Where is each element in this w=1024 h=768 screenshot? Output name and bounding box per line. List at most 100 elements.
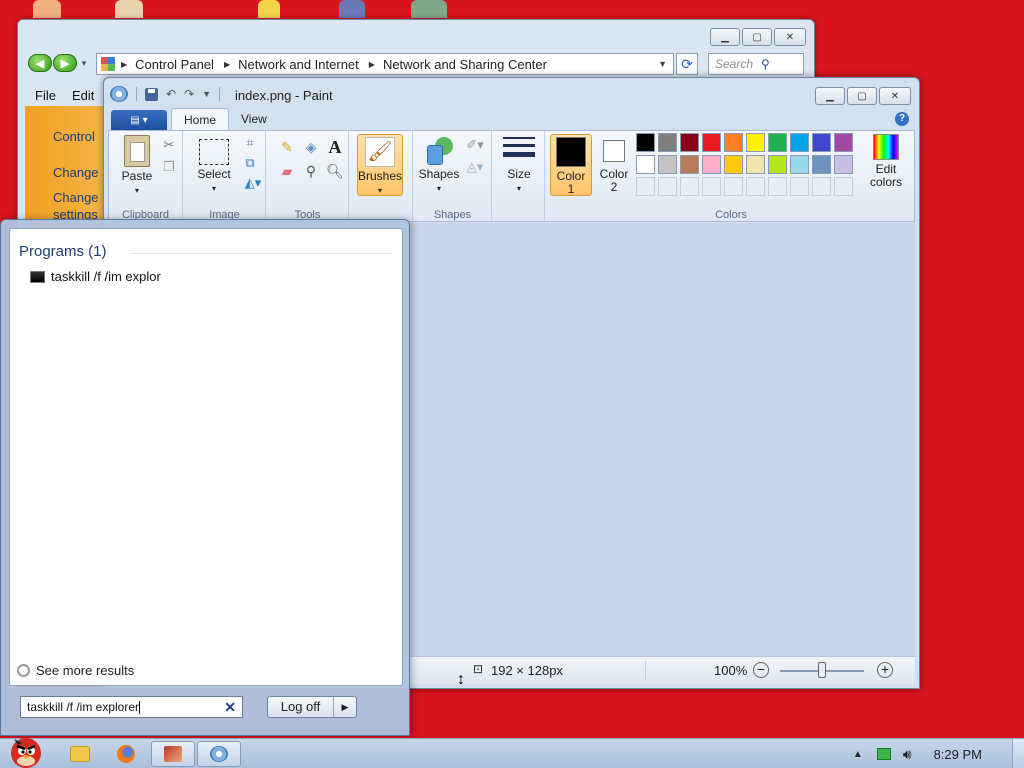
resize-icon[interactable]: ⧉: [242, 155, 258, 171]
palette-swatch[interactable]: [812, 133, 831, 152]
address-bar[interactable]: ▶ Control Panel ▶ Network and Internet ▶…: [96, 53, 674, 75]
desktop-icon[interactable]: [339, 0, 365, 18]
clear-search-icon[interactable]: ✕: [224, 699, 236, 716]
customize-toolbar-icon[interactable]: ▼: [202, 89, 211, 99]
redo-icon[interactable]: ↷: [184, 87, 194, 101]
tab-home[interactable]: Home: [171, 108, 230, 130]
pencil-icon[interactable]: ✎: [277, 137, 297, 157]
fill-icon[interactable]: ◈: [301, 137, 321, 157]
palette-swatch[interactable]: [658, 133, 677, 152]
breadcrumb-item[interactable]: Network and Internet: [238, 57, 359, 72]
palette-swatch[interactable]: [702, 155, 721, 174]
see-more-results-link[interactable]: See more results: [17, 663, 134, 678]
chevron-right-icon[interactable]: ▶: [121, 60, 127, 69]
crop-icon[interactable]: ⌗: [242, 135, 258, 151]
palette-swatch[interactable]: [790, 155, 809, 174]
maximize-button[interactable]: ▢: [847, 87, 877, 105]
maximize-button[interactable]: ▢: [742, 28, 772, 46]
palette-swatch[interactable]: [680, 133, 699, 152]
custom-color-slot[interactable]: [812, 177, 831, 196]
outline-icon[interactable]: ✐▾: [464, 137, 486, 153]
save-icon[interactable]: [145, 87, 158, 101]
breadcrumb-item[interactable]: Network and Sharing Center: [383, 57, 547, 72]
palette-swatch[interactable]: [724, 155, 743, 174]
color2-button[interactable]: Color 2: [596, 136, 632, 194]
tab-view[interactable]: View: [229, 108, 279, 130]
custom-color-slot[interactable]: [680, 177, 699, 196]
size-button[interactable]: Size ▾: [501, 135, 537, 195]
zoom-slider-thumb[interactable]: [818, 662, 826, 678]
close-button[interactable]: ✕: [774, 28, 806, 46]
desktop-icon[interactable]: [258, 0, 280, 18]
text-icon[interactable]: A: [325, 137, 345, 157]
clock[interactable]: 8:29 PM: [934, 747, 982, 762]
shapes-button[interactable]: Shapes ▾: [418, 135, 460, 195]
shutdown-options-icon[interactable]: ▶: [334, 697, 356, 717]
zoom-out-button[interactable]: −: [753, 662, 769, 678]
custom-color-slot[interactable]: [702, 177, 721, 196]
paint-menu-button[interactable]: ▤ ▾: [111, 110, 167, 130]
help-icon[interactable]: ?: [895, 112, 909, 126]
paint-app-icon[interactable]: [110, 86, 128, 102]
desktop-icon[interactable]: [115, 0, 143, 18]
search-input[interactable]: Search Co... ⚲: [708, 53, 804, 75]
palette-swatch[interactable]: [658, 155, 677, 174]
palette-swatch[interactable]: [680, 155, 699, 174]
minimize-button[interactable]: ▁: [710, 28, 740, 46]
custom-color-slot[interactable]: [834, 177, 853, 196]
chevron-right-icon[interactable]: ▶: [369, 60, 375, 69]
log-off-button[interactable]: Log off ▶: [267, 696, 357, 718]
custom-color-slot[interactable]: [636, 177, 655, 196]
start-search-input[interactable]: taskkill /f /im explorer ✕: [20, 696, 243, 718]
custom-color-slot[interactable]: [768, 177, 787, 196]
sidebar-link[interactable]: Change: [53, 164, 99, 181]
program-result[interactable]: taskkill /f /im explor: [30, 269, 161, 284]
sidebar-link[interactable]: Control: [53, 128, 95, 145]
log-off-label[interactable]: Log off: [268, 697, 334, 717]
close-button[interactable]: ✕: [879, 87, 911, 105]
taskbar-paint[interactable]: [197, 741, 241, 767]
breadcrumb-item[interactable]: Control Panel: [135, 57, 214, 72]
copy-icon[interactable]: ❐: [161, 159, 177, 175]
chevron-right-icon[interactable]: ▶: [224, 60, 230, 69]
palette-swatch[interactable]: [636, 133, 655, 152]
desktop-icon[interactable]: [411, 0, 447, 18]
magnifier-icon[interactable]: 🔍︎: [325, 161, 345, 181]
sidebar-link[interactable]: Change: [53, 189, 99, 206]
eraser-icon[interactable]: ▰: [277, 161, 297, 181]
palette-swatch[interactable]: [790, 133, 809, 152]
undo-icon[interactable]: ↶: [166, 87, 176, 101]
refresh-button[interactable]: ⟳: [676, 53, 698, 75]
network-icon[interactable]: [876, 748, 891, 760]
taskbar-firefox[interactable]: [104, 741, 148, 767]
chevron-down-icon[interactable]: ▼: [658, 59, 667, 69]
recent-pages-icon[interactable]: ▼: [80, 59, 88, 68]
paste-button[interactable]: Paste ▾: [117, 135, 157, 197]
show-desktop-button[interactable]: [1012, 739, 1024, 768]
taskbar-app[interactable]: [151, 741, 195, 767]
custom-color-slot[interactable]: [724, 177, 743, 196]
zoom-in-button[interactable]: +: [877, 662, 893, 678]
palette-swatch[interactable]: [702, 133, 721, 152]
back-button[interactable]: ◀: [28, 54, 52, 72]
palette-swatch[interactable]: [812, 155, 831, 174]
start-button[interactable]: [4, 731, 48, 768]
custom-color-slot[interactable]: [658, 177, 677, 196]
search-icon[interactable]: ⚲: [761, 57, 803, 71]
menu-edit[interactable]: Edit: [72, 88, 94, 103]
color1-button[interactable]: Color 1: [550, 134, 592, 196]
custom-color-slot[interactable]: [746, 177, 765, 196]
palette-swatch[interactable]: [834, 155, 853, 174]
color-picker-icon[interactable]: ⚲: [301, 161, 321, 181]
show-hidden-icons[interactable]: ▲: [853, 749, 863, 760]
palette-swatch[interactable]: [636, 155, 655, 174]
fill-shape-icon[interactable]: ◬▾: [464, 159, 486, 175]
palette-swatch[interactable]: [746, 133, 765, 152]
volume-icon[interactable]: 🔊︎: [903, 746, 912, 763]
minimize-button[interactable]: ▁: [815, 87, 845, 105]
edit-colors-button[interactable]: Edit colors: [866, 134, 906, 189]
cut-icon[interactable]: ✂: [161, 137, 177, 153]
palette-swatch[interactable]: [768, 133, 787, 152]
taskbar-explorer[interactable]: [58, 741, 102, 767]
palette-swatch[interactable]: [724, 133, 743, 152]
